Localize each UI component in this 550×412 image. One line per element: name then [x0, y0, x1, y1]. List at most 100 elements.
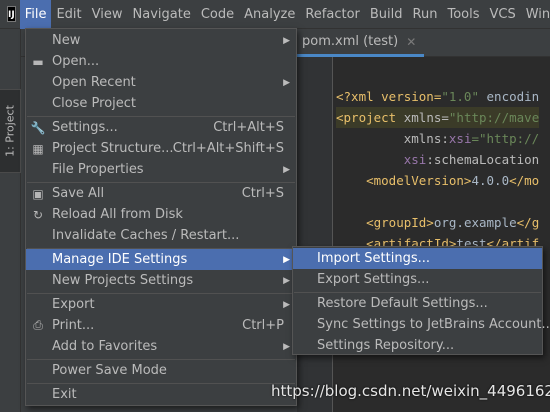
menu-item-label: New — [52, 33, 81, 48]
menu-run[interactable]: Run — [408, 0, 443, 29]
menu-item-shortcut: Ctrl+S — [241, 186, 284, 201]
menu-item-shortcut: Ctrl+P — [242, 318, 284, 333]
menu-item-label: Invalidate Caches / Restart... — [52, 228, 240, 243]
code-token: <?xml version= — [336, 89, 442, 104]
manage-ide-settings-submenu: Import Settings... Export Settings... Rest… — [292, 246, 550, 356]
code-line[interactable]: <?xml version="1.0" encodin — [336, 86, 539, 107]
menu-item-label: Export Settings... — [317, 272, 430, 287]
menu-separator — [294, 292, 541, 293]
menu-view[interactable]: View — [87, 0, 128, 29]
file-menu-item-invalidate-caches-restart[interactable]: Invalidate Caches / Restart... — [26, 225, 296, 246]
menu-item-label: New Projects Settings — [52, 273, 194, 288]
file-menu-item-new-projects-settings[interactable]: New Projects Settings ▶ — [26, 270, 296, 291]
project-tab-label: 1: Project — [3, 105, 17, 157]
intellij-app-icon: IJ — [7, 6, 16, 22]
menu-navigate[interactable]: Navigate — [128, 0, 196, 29]
menu-item-label: Reload All from Disk — [52, 207, 183, 222]
submenu-arrow-icon: ▶ — [283, 341, 290, 352]
project-tool-window-tab[interactable]: 1: Project — [0, 89, 21, 173]
menu-item-label: Export — [52, 297, 95, 312]
menu-separator — [27, 359, 295, 360]
menu-code[interactable]: Code — [196, 0, 239, 29]
code-line[interactable]: <modelVersion>4.0.0</mo — [336, 170, 539, 191]
code-token: xsi — [448, 131, 472, 146]
file-menu-dropdown: New ▶ ▬ Open... Open Recent ▶ Close Project 🔧 Se… — [25, 28, 297, 406]
editor-tab-bar: pom.xml (test) ✕ — [297, 29, 550, 57]
code-token: org.example — [433, 215, 517, 230]
menu-item-label: Exit — [52, 387, 77, 402]
code-token: :schemaLocation — [426, 152, 540, 167]
file-menu-item-export[interactable]: Export ▶ — [26, 294, 296, 315]
left-tool-stripe: 1: Project — [0, 29, 21, 412]
file-menu-item-reload-all-from-disk[interactable]: ↻ Reload All from Disk — [26, 204, 296, 225]
file-menu-item-settings[interactable]: 🔧 Settings... Ctrl+Alt+S — [26, 117, 296, 138]
code-token: <project — [336, 110, 397, 125]
file-menu-item-save-all[interactable]: ▣ Save All Ctrl+S — [26, 183, 296, 204]
menu-item-label: Power Save Mode — [52, 363, 167, 378]
submenu-item-import-settings[interactable]: Import Settings... — [293, 248, 542, 269]
file-menu-item-project-structure[interactable]: ▦ Project Structure... Ctrl+Alt+Shift+S — [26, 138, 296, 159]
code-line[interactable]: <groupId>org.example</g — [336, 212, 539, 233]
menu-separator — [27, 293, 295, 294]
menu-item-label: Save All — [52, 186, 105, 201]
code-line[interactable]: <project xmlns="http://mave — [336, 107, 540, 128]
submenu-item-restore-default-settings[interactable]: Restore Default Settings... — [293, 293, 542, 314]
menu-item-shortcut: Ctrl+Alt+Shift+S — [172, 141, 284, 156]
menu-item-label: Sync Settings to JetBrains Account... — [317, 317, 550, 332]
submenu-item-sync-settings-to-jetbrains-account[interactable]: Sync Settings to JetBrains Account... — [293, 314, 550, 335]
file-menu-item-new[interactable]: New ▶ — [26, 30, 296, 51]
menu-item-label: File Properties — [52, 162, 144, 177]
menu-refactor[interactable]: Refactor — [300, 0, 365, 29]
menu-item-label: Import Settings... — [317, 251, 430, 266]
menu-item-label: Restore Default Settings... — [317, 296, 488, 311]
file-menu-item-file-properties[interactable]: File Properties ▶ — [26, 159, 296, 180]
editor-tab-label: pom.xml (test) — [302, 34, 399, 49]
menu-separator — [27, 116, 295, 117]
menu-file[interactable]: File — [19, 0, 52, 29]
menu-item-label: Close Project — [52, 96, 137, 111]
menu-tools[interactable]: Tools — [442, 0, 484, 29]
menu-separator — [27, 248, 295, 249]
code-token: xmlns: — [336, 131, 449, 146]
wrench-icon: 🔧 — [30, 120, 46, 135]
code-token: ="http:// — [471, 131, 540, 146]
submenu-item-settings-repository[interactable]: Settings Repository... — [293, 335, 542, 356]
close-tab-icon[interactable]: ✕ — [406, 35, 416, 49]
submenu-arrow-icon: ▶ — [283, 254, 290, 265]
code-editor[interactable]: <?xml version="1.0" encodin <project xmln… — [334, 57, 550, 412]
code-line[interactable]: xmlns:xsi="http:// — [336, 128, 539, 149]
menu-item-label: Settings Repository... — [317, 338, 455, 353]
code-token: <modelVersion> — [336, 173, 472, 188]
file-menu-item-open[interactable]: ▬ Open... — [26, 51, 296, 72]
submenu-arrow-icon: ▶ — [283, 275, 290, 286]
file-menu-item-close-project[interactable]: Close Project — [26, 93, 296, 114]
menu-item-label: Add to Favorites — [52, 339, 158, 354]
file-menu-item-print[interactable]: ⎙ Print... Ctrl+P — [26, 315, 296, 336]
file-menu-item-add-to-favorites[interactable]: Add to Favorites ▶ — [26, 336, 296, 357]
menu-window[interactable]: Wind — [521, 0, 550, 29]
submenu-arrow-icon: ▶ — [283, 299, 290, 310]
code-token: "http://mave — [448, 110, 540, 125]
save-icon: ▣ — [32, 186, 44, 201]
submenu-arrow-icon: ▶ — [283, 35, 290, 46]
editor-tab-pom-xml[interactable]: pom.xml (test) ✕ — [297, 29, 425, 57]
menu-edit[interactable]: Edit — [51, 0, 86, 29]
file-menu-item-power-save-mode[interactable]: Power Save Mode — [26, 360, 296, 381]
main-menu-bar: IJ File Edit View Navigate Code Analyze … — [0, 0, 550, 29]
file-menu-item-open-recent[interactable]: Open Recent ▶ — [26, 72, 296, 93]
folder-icon: ▬ — [32, 54, 44, 69]
code-line[interactable]: xsi:schemaLocation — [336, 149, 539, 170]
file-menu-item-manage-ide-settings[interactable]: Manage IDE Settings ▶ — [26, 249, 296, 270]
submenu-arrow-icon: ▶ — [283, 164, 290, 175]
editor-gutter — [297, 57, 333, 412]
reload-icon: ↻ — [32, 207, 44, 222]
menu-analyze[interactable]: Analyze — [239, 0, 300, 29]
submenu-item-export-settings[interactable]: Export Settings... — [293, 269, 542, 290]
file-menu-item-exit[interactable]: Exit — [26, 384, 296, 405]
menu-vcs[interactable]: VCS — [485, 0, 521, 29]
code-token: 4.0.0 — [471, 173, 510, 188]
menu-separator — [27, 383, 295, 384]
code-token: </g — [516, 215, 540, 230]
menu-build[interactable]: Build — [365, 0, 408, 29]
